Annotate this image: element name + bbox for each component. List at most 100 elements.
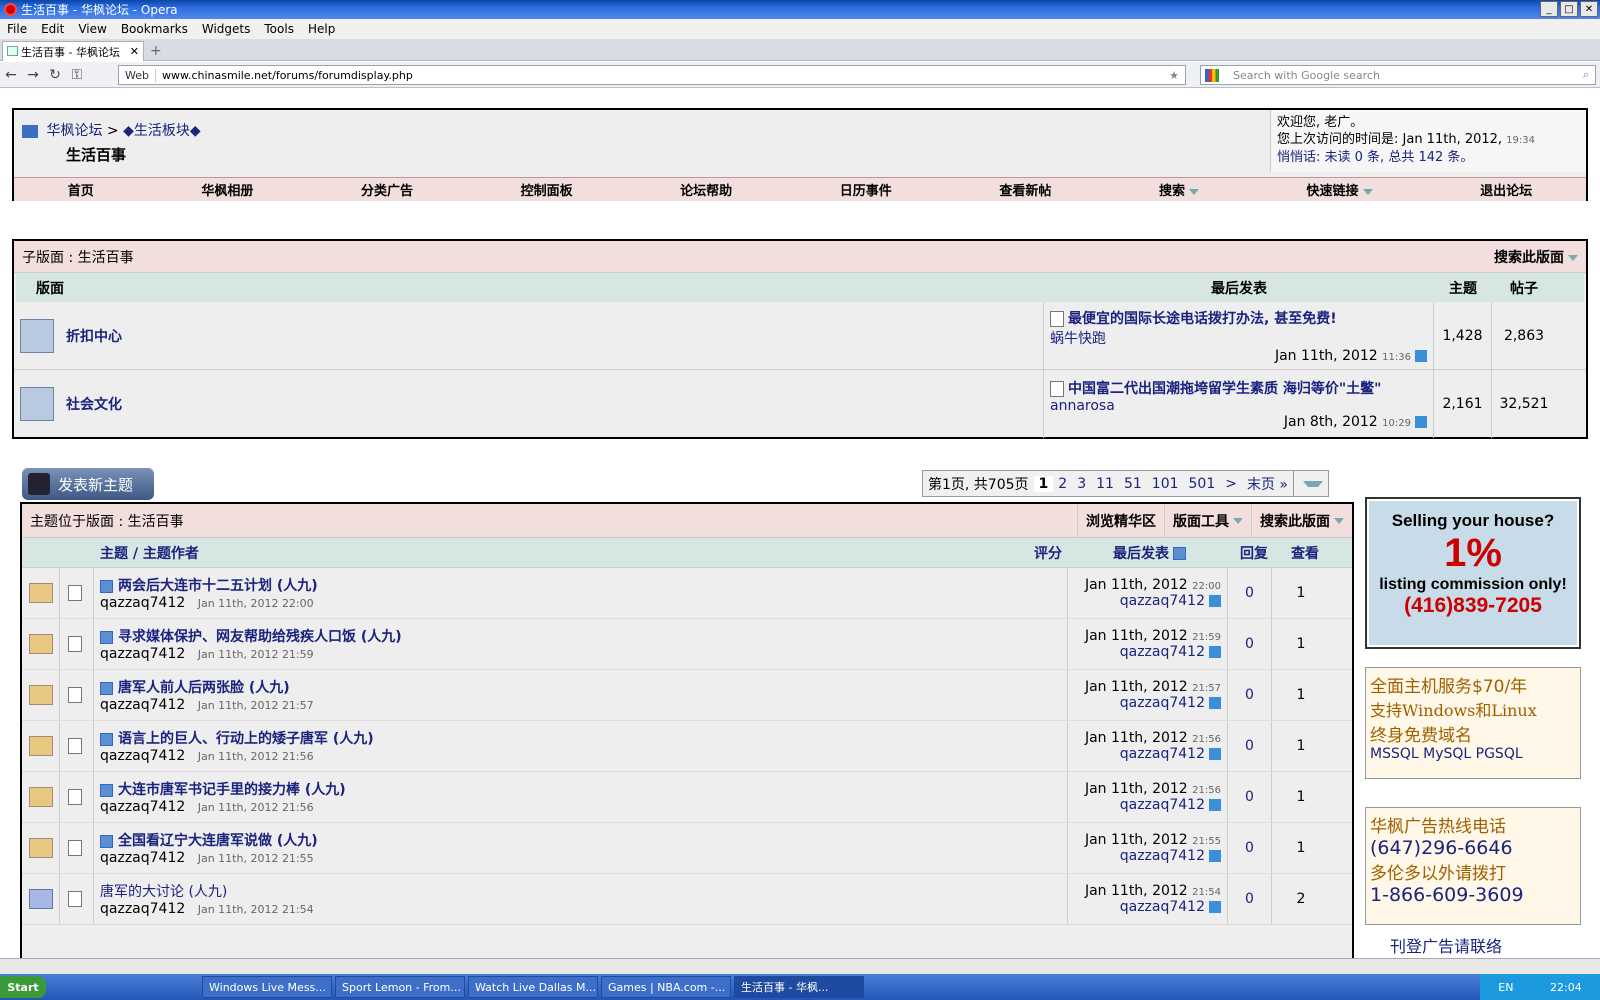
col-last-post[interactable]: 最后发表 (1072, 543, 1232, 563)
nav-home[interactable]: 首页 (68, 180, 94, 199)
last-page-link[interactable]: 末页 » (1242, 474, 1293, 494)
ad-contact-link[interactable]: 刊登广告请联络 (1390, 933, 1502, 957)
taskbar-item-active[interactable]: 生活百事 - 华枫... (734, 976, 864, 998)
menu-help[interactable]: Help (301, 22, 342, 36)
thread-author-link[interactable]: qazzaq7412 (100, 850, 185, 866)
thread-title-link[interactable]: 语言上的巨人、行动上的矮子唐军 (人九) (118, 731, 374, 747)
ad-hotline[interactable]: 华枫广告热线电话 (647)296-6646 多伦多以外请拨打 1-866-60… (1365, 807, 1581, 925)
goto-last-post-icon[interactable] (1209, 697, 1221, 709)
thread-title-link[interactable]: 唐军的大讨论 (人九) (100, 884, 227, 900)
search-icon[interactable]: ⌕ (1583, 68, 1589, 82)
start-button[interactable]: Start (0, 976, 46, 998)
page-link[interactable]: 501 (1184, 476, 1221, 492)
maximize-button[interactable]: □ (1560, 1, 1578, 17)
close-button[interactable]: ✕ (1580, 1, 1598, 17)
subforum-link[interactable]: 社会文化 (66, 394, 122, 414)
col-views[interactable]: 查看 (1276, 543, 1334, 563)
page-link[interactable]: 2 (1053, 476, 1072, 492)
last-post-user[interactable]: qazzaq7412 (1120, 644, 1205, 660)
thread-author-link[interactable]: qazzaq7412 (100, 646, 185, 662)
featured-button[interactable]: 浏览精华区 (1077, 504, 1164, 537)
taskbar-item[interactable]: Games | NBA.com -... (601, 976, 731, 998)
close-tab-icon[interactable]: ✕ (130, 45, 139, 58)
menu-bookmarks[interactable]: Bookmarks (114, 22, 195, 36)
nav-control-panel[interactable]: 控制面板 (521, 180, 573, 199)
taskbar-item[interactable]: Windows Live Mess... (202, 976, 332, 998)
page-link[interactable]: 11 (1091, 476, 1119, 492)
last-post-user[interactable]: 蜗牛快跑 (1050, 328, 1106, 348)
last-post-user[interactable]: qazzaq7412 (1120, 797, 1205, 813)
thread-author-link[interactable]: qazzaq7412 (100, 901, 185, 917)
thread-title-link[interactable]: 全国看辽宁大连唐军说做 (人九) (118, 833, 318, 849)
nav-calendar[interactable]: 日历事件 (840, 180, 892, 199)
taskbar-item[interactable]: Sport Lemon - From... (335, 976, 465, 998)
private-messages-link[interactable]: 悄悄话: 未读 0 条, 总共 142 条。 (1277, 149, 1580, 166)
menu-file[interactable]: File (0, 22, 34, 36)
goto-last-post-icon[interactable] (1209, 748, 1221, 760)
subforum-search-button[interactable]: 搜索此版面 (1494, 247, 1578, 267)
forward-icon[interactable]: → (22, 67, 44, 83)
nav-new-posts[interactable]: 查看新帖 (999, 180, 1051, 199)
thread-author-link[interactable]: qazzaq7412 (100, 748, 185, 764)
goto-last-post-icon[interactable] (1209, 595, 1221, 607)
reply-count[interactable]: 0 (1245, 840, 1254, 856)
ad-hosting[interactable]: 全面主机服务$70/年 支持Windows和Linux 终身免费域名 MSSQL… (1365, 667, 1581, 779)
reload-icon[interactable]: ↻ (44, 67, 66, 83)
thread-author-link[interactable]: qazzaq7412 (100, 799, 185, 815)
key-icon[interactable]: ⚿ (66, 67, 88, 83)
page-link[interactable]: 101 (1147, 476, 1184, 492)
page-link[interactable]: 51 (1119, 476, 1147, 492)
goto-last-post-icon[interactable] (1209, 799, 1221, 811)
goto-last-post-icon[interactable] (1415, 416, 1427, 428)
search-field[interactable]: Search with Google search ⌕ (1200, 65, 1596, 85)
thread-author-link[interactable]: qazzaq7412 (100, 697, 185, 713)
last-post-user[interactable]: qazzaq7412 (1120, 848, 1205, 864)
reply-count[interactable]: 0 (1245, 738, 1254, 754)
reply-count[interactable]: 0 (1245, 891, 1254, 907)
back-icon[interactable]: ← (0, 67, 22, 83)
goto-last-post-icon[interactable] (1415, 349, 1427, 362)
ad-realestate[interactable]: Selling your house? 1% listing commissio… (1365, 497, 1581, 649)
goto-last-post-icon[interactable] (1209, 901, 1221, 913)
goto-last-post-icon[interactable] (1209, 646, 1221, 658)
nav-search[interactable]: 搜索 (1159, 180, 1199, 199)
col-replies[interactable]: 回复 (1232, 543, 1276, 563)
last-post-user[interactable]: annarosa (1050, 398, 1115, 414)
crumb-root-link[interactable]: 华枫论坛 (46, 123, 102, 139)
bookmark-star-icon[interactable]: ★ (1169, 69, 1179, 82)
minimize-button[interactable]: _ (1540, 1, 1558, 17)
subforum-link[interactable]: 折扣中心 (66, 326, 122, 346)
thread-title-link[interactable]: 大连市唐军书记手里的接力棒 (人九) (118, 782, 346, 798)
col-rating[interactable]: 评分 (1034, 543, 1072, 563)
pager-menu-icon[interactable] (1293, 471, 1328, 496)
last-post-user[interactable]: qazzaq7412 (1120, 746, 1205, 762)
crumb-sub-link[interactable]: ◆生活板块◆ (123, 123, 201, 139)
goto-last-post-icon[interactable] (1209, 850, 1221, 862)
nav-album[interactable]: 华枫相册 (201, 180, 253, 199)
browser-tab[interactable]: 生活百事 - 华枫论坛 ✕ (2, 41, 144, 61)
thread-author-link[interactable]: qazzaq7412 (100, 595, 185, 611)
reply-count[interactable]: 0 (1245, 636, 1254, 652)
thread-title-link[interactable]: 两会后大连市十二五计划 (人九) (118, 578, 318, 594)
last-post-user[interactable]: qazzaq7412 (1120, 695, 1205, 711)
new-tab-icon[interactable]: + (150, 43, 162, 59)
next-page-link[interactable]: > (1220, 476, 1242, 492)
address-field[interactable]: Web www.chinasmile.net/forums/forumdispl… (118, 65, 1186, 85)
nav-classifieds[interactable]: 分类广告 (361, 180, 413, 199)
forum-tools-button[interactable]: 版面工具 (1164, 504, 1251, 537)
reply-count[interactable]: 0 (1245, 687, 1254, 703)
nav-quick-links[interactable]: 快速链接 (1307, 180, 1373, 199)
last-post-link[interactable]: 中国富二代出国潮拖垮留学生素质 海归等价"土鳖" (1068, 381, 1381, 397)
language-indicator[interactable]: EN (1498, 981, 1513, 994)
reply-count[interactable]: 0 (1245, 585, 1254, 601)
page-link[interactable]: 3 (1072, 476, 1091, 492)
last-post-link[interactable]: 最便宜的国际长途电话拨打办法, 甚至免费! (1068, 311, 1337, 327)
new-thread-button[interactable]: 发表新主题 (22, 468, 154, 500)
menu-edit[interactable]: Edit (34, 22, 71, 36)
address-url[interactable]: www.chinasmile.net/forums/forumdisplay.p… (162, 69, 413, 82)
reply-count[interactable]: 0 (1245, 789, 1254, 805)
last-post-user[interactable]: qazzaq7412 (1120, 593, 1205, 609)
nav-help[interactable]: 论坛帮助 (680, 180, 732, 199)
search-forum-button[interactable]: 搜索此版面 (1251, 504, 1352, 537)
last-post-user[interactable]: qazzaq7412 (1120, 899, 1205, 915)
